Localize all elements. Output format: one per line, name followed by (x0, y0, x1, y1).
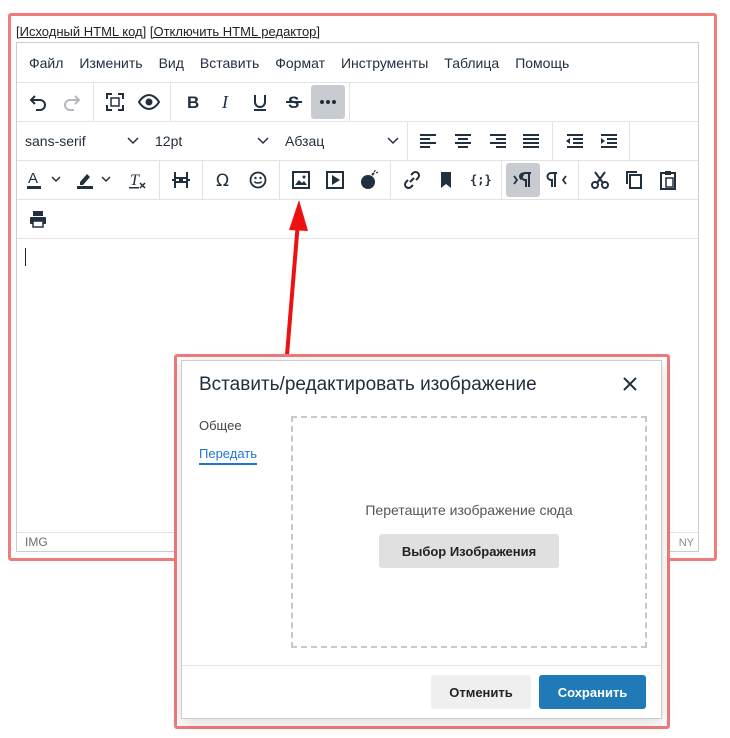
chevron-down-icon (387, 137, 399, 145)
text-caret (25, 248, 26, 266)
menu-view[interactable]: Вид (151, 55, 192, 71)
ltr-icon[interactable] (506, 163, 540, 197)
menu-edit[interactable]: Изменить (71, 55, 150, 71)
menu-tools[interactable]: Инструменты (333, 55, 436, 71)
format-group: B I S (171, 83, 350, 121)
svg-text:A: A (28, 170, 38, 187)
dropzone-text: Перетащите изображение сюда (365, 502, 573, 518)
code-icon[interactable]: {;} (463, 163, 497, 197)
italic-icon[interactable]: I (209, 85, 243, 119)
print-group (17, 200, 59, 238)
view-group (94, 83, 171, 121)
media-icon[interactable] (318, 163, 352, 197)
bomb-icon[interactable] (352, 163, 386, 197)
tab-upload[interactable]: Передать (199, 446, 258, 465)
special-char-icon[interactable]: Ω (207, 163, 241, 197)
more-icon[interactable] (311, 85, 345, 119)
align-center-icon[interactable] (446, 124, 480, 158)
history-group (17, 83, 94, 121)
statusbar-right-text: NY (678, 537, 694, 549)
page-break-icon[interactable] (164, 163, 198, 197)
font-family-value: sans-serif (25, 133, 86, 149)
strikethrough-icon[interactable]: S (277, 85, 311, 119)
svg-text:Ω: Ω (216, 171, 229, 190)
redo-icon[interactable] (55, 85, 89, 119)
toolbar-row-1: B I S (17, 83, 698, 122)
choose-image-button[interactable]: Выбор Изображения (379, 534, 559, 568)
toolbar-row-3: A T Ω {;} (17, 161, 698, 200)
text-color-icon[interactable]: A (21, 163, 71, 197)
insert-group: Ω (203, 161, 280, 199)
save-button[interactable]: Сохранить (539, 675, 646, 709)
image-dropzone[interactable]: Перетащите изображение сюда Выбор Изобра… (291, 416, 647, 648)
chevron-down-icon (127, 137, 139, 145)
cut-icon[interactable] (583, 163, 617, 197)
link-group: {;} (391, 161, 502, 199)
print-icon[interactable] (21, 202, 55, 236)
font-size-select[interactable]: 12pt (147, 122, 277, 160)
align-group (408, 122, 553, 160)
align-justify-icon[interactable] (514, 124, 548, 158)
dialog-title: Вставить/редактировать изображение (199, 374, 537, 395)
font-family-select[interactable]: sans-serif (17, 122, 147, 160)
underline-icon[interactable] (243, 85, 277, 119)
color-group: A T (17, 161, 160, 199)
paste-icon[interactable] (651, 163, 685, 197)
font-size-value: 12pt (155, 133, 183, 149)
close-icon[interactable] (619, 373, 641, 395)
preview-icon[interactable] (132, 85, 166, 119)
align-right-icon[interactable] (480, 124, 514, 158)
rtl-icon[interactable] (540, 163, 574, 197)
svg-text:T: T (130, 172, 140, 189)
dialog-footer: Отменить Сохранить (182, 665, 661, 718)
align-left-icon[interactable] (412, 124, 446, 158)
indent-group (553, 122, 630, 160)
menu-table[interactable]: Таблица (436, 55, 507, 71)
bold-icon[interactable]: B (175, 85, 209, 119)
block-format-select[interactable]: Абзац (277, 122, 408, 160)
menubar: Файл Изменить Вид Вставить Формат Инстру… (17, 43, 698, 83)
outdent-icon[interactable] (557, 124, 591, 158)
cancel-button[interactable]: Отменить (431, 675, 531, 709)
image-icon[interactable] (284, 163, 318, 197)
menu-format[interactable]: Формат (267, 55, 333, 71)
bookmark-icon[interactable] (429, 163, 463, 197)
svg-text:B: B (187, 93, 199, 112)
chevron-down-icon (257, 137, 269, 145)
element-path[interactable]: IMG (25, 535, 48, 549)
media-group (280, 161, 391, 199)
toolbar-row-2: sans-serif 12pt Абзац (17, 122, 698, 161)
block-format-value: Абзац (285, 133, 325, 149)
page-break-group (160, 161, 203, 199)
menu-insert[interactable]: Вставить (192, 55, 267, 71)
svg-text:{;}: {;} (470, 173, 491, 187)
clear-formatting-icon[interactable]: T (121, 163, 155, 197)
direction-group (502, 161, 579, 199)
menu-help[interactable]: Помощь (507, 55, 577, 71)
indent-icon[interactable] (591, 124, 625, 158)
tab-general[interactable]: Общее (199, 418, 242, 433)
clipboard-group (579, 161, 689, 199)
fullscreen-icon[interactable] (98, 85, 132, 119)
link-icon[interactable] (395, 163, 429, 197)
undo-icon[interactable] (21, 85, 55, 119)
toolbar-row-4 (17, 200, 698, 239)
copy-icon[interactable] (617, 163, 651, 197)
svg-text:I: I (221, 92, 229, 112)
emoji-icon[interactable] (241, 163, 275, 197)
insert-image-dialog: Вставить/редактировать изображение Общее… (181, 360, 662, 719)
highlight-color-icon[interactable] (71, 163, 121, 197)
menu-file[interactable]: Файл (21, 55, 71, 71)
